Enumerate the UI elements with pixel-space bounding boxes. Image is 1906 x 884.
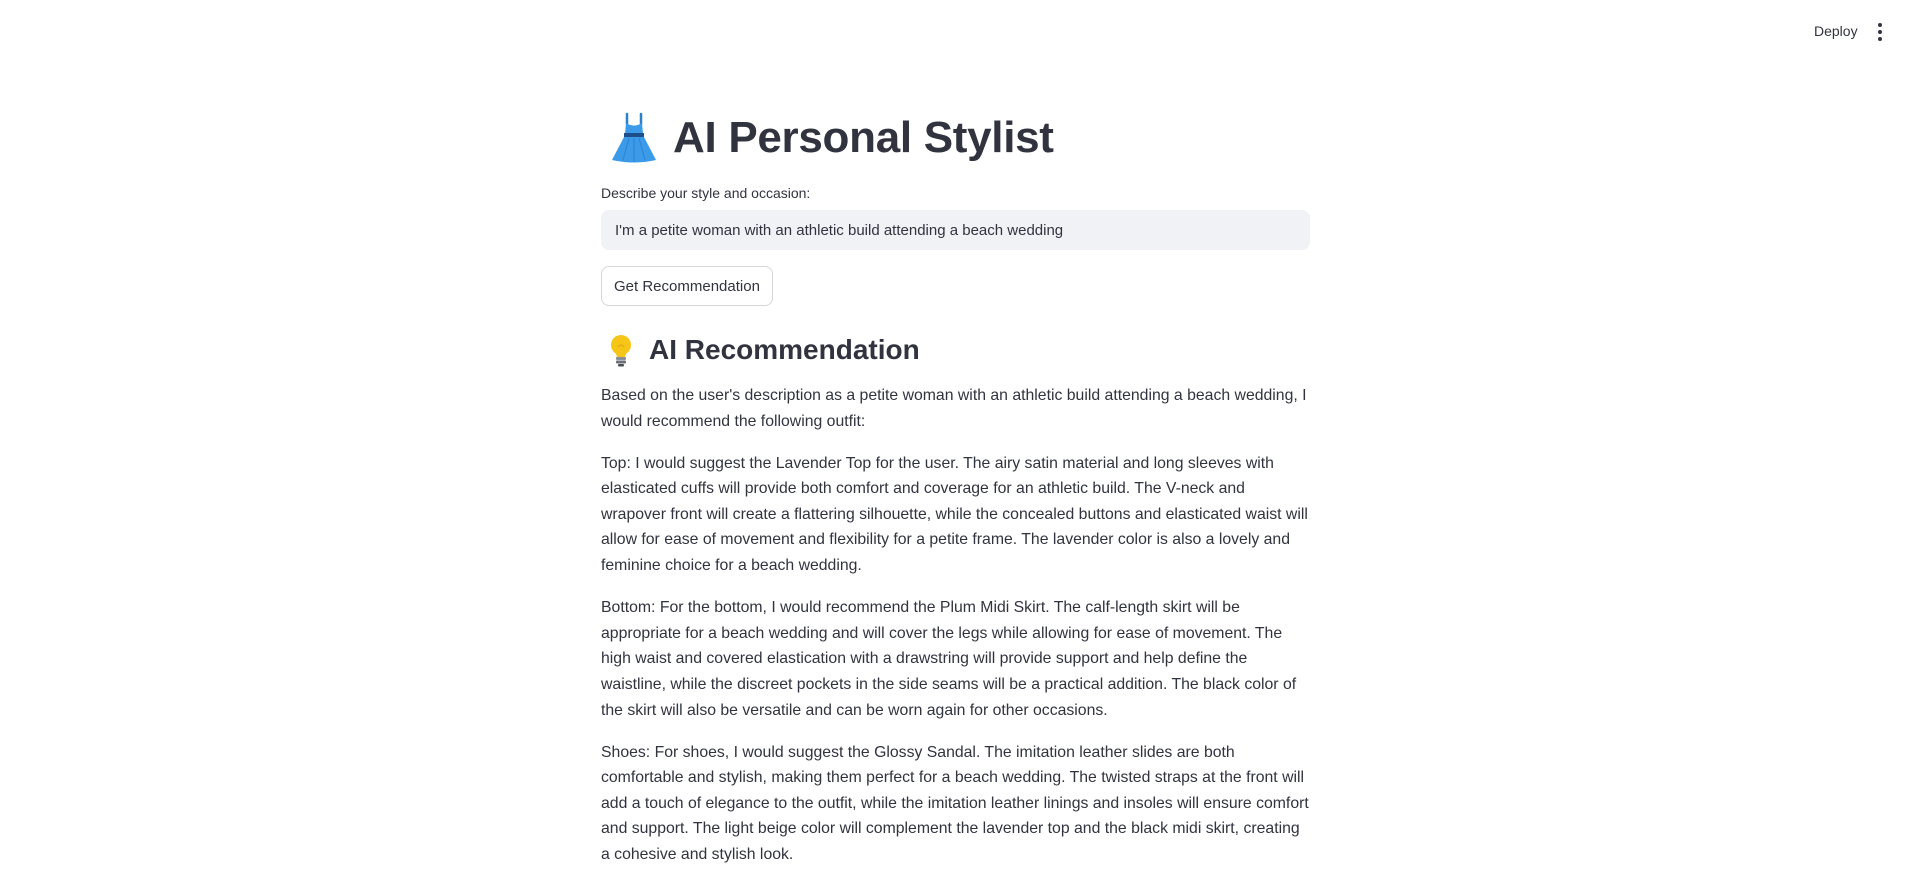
recommendation-shoes: Shoes: For shoes, I would suggest the Gl… <box>601 743 1309 863</box>
recommendation-heading: AI Recommendation <box>601 330 920 370</box>
style-description-input[interactable] <box>601 210 1310 250</box>
recommendation-bottom: Bottom: For the bottom, I would recommen… <box>601 599 1297 719</box>
get-recommendation-button[interactable]: Get Recommendation <box>601 266 773 306</box>
app-header: Deploy <box>0 0 1906 60</box>
kebab-menu-icon[interactable] <box>1870 20 1890 44</box>
light-bulb-icon <box>611 335 631 367</box>
title-text: AI Personal Stylist <box>673 113 1054 162</box>
recommendation-heading-text: AI Recommendation <box>649 334 920 365</box>
dress-icon <box>612 112 656 163</box>
page-title: AI Personal Stylist <box>601 108 1054 168</box>
input-label: Describe your style and occasion: <box>601 185 811 201</box>
recommendation-top: Top: I would suggest the Lavender Top fo… <box>601 454 1308 575</box>
recommendation-intro: Based on the user's description as a pet… <box>601 387 1307 430</box>
recommendation-body: Based on the user's description as a pet… <box>601 383 1310 884</box>
deploy-button[interactable]: Deploy <box>1806 19 1866 43</box>
